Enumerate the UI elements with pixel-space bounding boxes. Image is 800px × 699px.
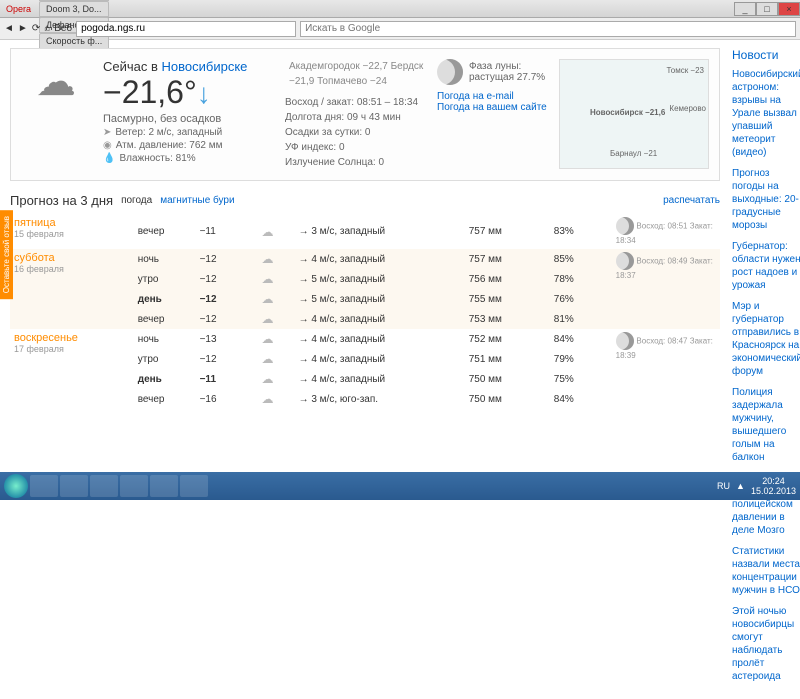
weather-desc: Пасмурно, без осадков bbox=[103, 113, 273, 125]
taskbar-item[interactable] bbox=[90, 475, 118, 497]
news-link[interactable]: Полиция задержала мужчину, вышедшего гол… bbox=[732, 386, 800, 464]
moon-icon bbox=[616, 252, 634, 270]
cloud-icon: ☁ bbox=[261, 225, 273, 239]
news-link[interactable]: Этой ночью новосибирцы смогут наблюдать … bbox=[732, 605, 800, 683]
cloud-icon: ☁ bbox=[261, 292, 273, 306]
taskbar-item[interactable] bbox=[180, 475, 208, 497]
pressure-icon: ◉ bbox=[103, 140, 112, 151]
news-link[interactable]: Прогноз погоды на выходные: 20-градусные… bbox=[732, 167, 800, 232]
humidity-icon: 💧 bbox=[103, 153, 115, 164]
reload-icon[interactable]: ⟳ bbox=[32, 23, 40, 34]
cloud-icon: ☁ bbox=[261, 392, 273, 406]
moon-phase-icon bbox=[437, 59, 463, 85]
taskbar: RU ▲ 20:2415.02.2013 bbox=[0, 472, 800, 500]
tab-magnetic[interactable]: магнитные бури bbox=[160, 195, 234, 206]
location-title: Сейчас в Новосибирске bbox=[103, 59, 273, 74]
taskbar-item[interactable] bbox=[60, 475, 88, 497]
taskbar-item[interactable] bbox=[120, 475, 148, 497]
browser-tab[interactable]: Doom 3, Do... bbox=[39, 1, 109, 17]
current-temp: −21,6° bbox=[103, 74, 197, 110]
url-input[interactable] bbox=[76, 21, 296, 37]
cloud-icon: ☁ bbox=[261, 252, 273, 266]
current-weather-card: ☁ Сейчас в Новосибирске −21,6°↓ Пасмурно… bbox=[10, 48, 720, 181]
taskbar-item[interactable] bbox=[150, 475, 178, 497]
minimize-button[interactable]: _ bbox=[734, 2, 756, 16]
feedback-tab[interactable]: Оставьте свой отзыв bbox=[0, 210, 13, 299]
tab-weather[interactable]: погода bbox=[121, 195, 152, 206]
cloud-icon: ☁ bbox=[261, 332, 273, 346]
forecast-row: суббота16 февраляночь−12☁→ 4 м/с, западн… bbox=[10, 249, 720, 269]
close-button[interactable]: × bbox=[778, 2, 800, 16]
address-bar: ◄ ► ⟳ ⌂ Веб bbox=[0, 18, 800, 40]
news-title: Новости bbox=[732, 48, 800, 62]
start-button[interactable] bbox=[4, 474, 28, 498]
news-link[interactable]: Губернатор: области нужен рост надоев и … bbox=[732, 240, 800, 292]
city-link[interactable]: Новосибирске bbox=[162, 59, 248, 74]
neighbor-temps: Академгородок −22,7 Бердск −21,9 Топмаче… bbox=[289, 59, 425, 89]
moon-icon bbox=[616, 217, 634, 235]
tray-lang[interactable]: RU bbox=[717, 481, 730, 491]
home-icon[interactable]: ⌂ bbox=[44, 23, 50, 34]
forecast-row: воскресенье17 февраляночь−13☁→ 4 м/с, за… bbox=[10, 329, 720, 349]
cloud-icon: ☁ bbox=[21, 59, 91, 105]
nav-fwd-icon[interactable]: ► bbox=[18, 23, 28, 34]
cloud-icon: ☁ bbox=[261, 312, 273, 326]
forecast-table: пятница15 февралявечер−11☁→ 3 м/с, запад… bbox=[10, 214, 720, 409]
trend-down-icon: ↓ bbox=[197, 78, 211, 109]
link-site[interactable]: Погода на вашем сайте bbox=[437, 102, 547, 113]
news-link[interactable]: Новосибирский астроном: взрывы на Урале … bbox=[732, 68, 800, 159]
nav-back-icon[interactable]: ◄ bbox=[4, 23, 14, 34]
moon-icon bbox=[616, 332, 634, 350]
maximize-button[interactable]: □ bbox=[756, 2, 778, 16]
forecast-header: Прогноз на 3 дня погода магнитные бури р… bbox=[10, 193, 720, 208]
print-link[interactable]: распечатать bbox=[663, 195, 720, 206]
taskbar-item[interactable] bbox=[30, 475, 58, 497]
cloud-icon: ☁ bbox=[261, 272, 273, 286]
forecast-row: пятница15 февралявечер−11☁→ 3 м/с, запад… bbox=[10, 214, 720, 249]
search-input[interactable] bbox=[300, 21, 796, 37]
cloud-icon: ☁ bbox=[261, 352, 273, 366]
wind-icon: ➤ bbox=[103, 127, 111, 138]
news-sidebar: Новости Новосибирский астроном: взрывы н… bbox=[732, 48, 800, 691]
addr-label: Веб bbox=[54, 23, 72, 34]
mini-map[interactable]: Томск −23 Новосибирск −21,6 Кемерово Бар… bbox=[559, 59, 709, 169]
browser-tabbar: Opera Температур...Температур...Горец (1… bbox=[0, 0, 800, 18]
news-link[interactable]: Мэр и губернатор отправились в Красноярс… bbox=[732, 300, 800, 378]
news-link[interactable]: Статистики назвали места концентрации му… bbox=[732, 545, 800, 597]
link-email[interactable]: Погода на e-mail bbox=[437, 91, 547, 102]
cloud-icon: ☁ bbox=[261, 372, 273, 386]
